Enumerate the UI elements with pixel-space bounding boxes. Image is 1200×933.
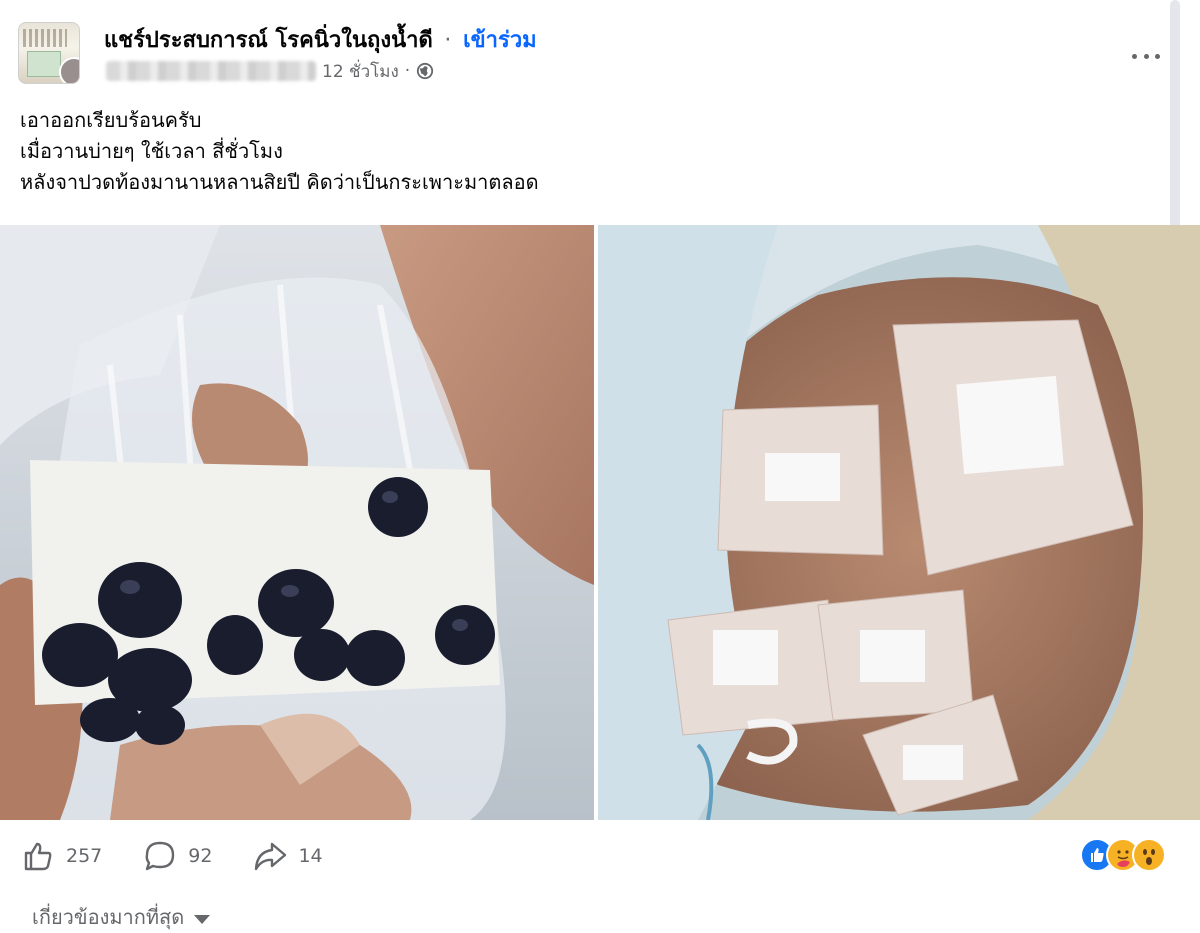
gallstones-illustration — [0, 225, 594, 820]
share-button[interactable]: 14 — [252, 838, 323, 874]
post-meta: 12 ชั่วโมง · — [106, 58, 434, 84]
post-line: เมื่อวานบ่ายๆ ใช้เวลา สี่ชั่วโมง — [20, 139, 283, 163]
blurred-author-name[interactable] — [106, 61, 316, 81]
comment-icon — [145, 841, 175, 871]
abdomen-bandages-photo[interactable] — [598, 225, 1200, 820]
more-icon[interactable] — [1132, 46, 1160, 66]
photo-grid — [0, 225, 1200, 820]
post-message: เอาออกเรียบร้อนครับ เมื่อวานบ่ายๆ ใช้เวล… — [20, 105, 539, 198]
group-title: แชร์ประสบการณ์ โรคนิ่วในถุงน้ำดี · เข้าร… — [104, 22, 537, 57]
thumbs-up-icon — [24, 842, 52, 871]
meta-separator: · — [404, 61, 411, 81]
share-icon — [255, 842, 287, 871]
globe-icon — [417, 62, 434, 80]
post-line: เอาออกเรียบร้อนครับ — [20, 108, 202, 132]
group-name-link[interactable]: แชร์ประสบการณ์ โรคนิ่วในถุงน้ำดี — [104, 28, 433, 53]
share-count: 14 — [298, 845, 323, 867]
wow-reaction-icon — [1132, 838, 1166, 872]
post-time[interactable]: 12 ชั่วโมง — [322, 58, 399, 85]
comment-sort-dropdown[interactable]: เกี่ยวข้องมากที่สุด — [32, 901, 211, 933]
facebook-post: แชร์ประสบการณ์ โรคนิ่วในถุงน้ำดี · เข้าร… — [0, 0, 1200, 933]
post-line: หลังจาปวดท้องมานานหลานสิยปี คิดว่าเป็นกร… — [20, 170, 539, 194]
like-count: 257 — [66, 845, 103, 867]
comment-button[interactable]: 92 — [142, 838, 212, 874]
avatar-book-image — [27, 51, 61, 77]
comment-sort-label: เกี่ยวข้องมากที่สุด — [32, 905, 185, 929]
like-button[interactable]: 257 — [20, 838, 102, 874]
group-avatar[interactable] — [18, 22, 80, 84]
reaction-summary[interactable] — [1080, 838, 1180, 872]
avatar-brand-text — [23, 29, 67, 47]
title-separator: · — [444, 28, 452, 53]
comment-count: 92 — [188, 845, 213, 867]
abdomen-illustration — [598, 225, 1200, 820]
engagement-bar: 257 92 14 — [20, 838, 363, 874]
join-group-link[interactable]: เข้าร่วม — [463, 28, 537, 53]
author-avatar[interactable] — [59, 57, 79, 83]
caret-down-icon — [194, 914, 211, 924]
gallstones-in-bag-photo[interactable] — [0, 225, 594, 820]
post-header: แชร์ประสบการณ์ โรคนิ่วในถุงน้ำดี · เข้าร… — [14, 16, 1200, 86]
